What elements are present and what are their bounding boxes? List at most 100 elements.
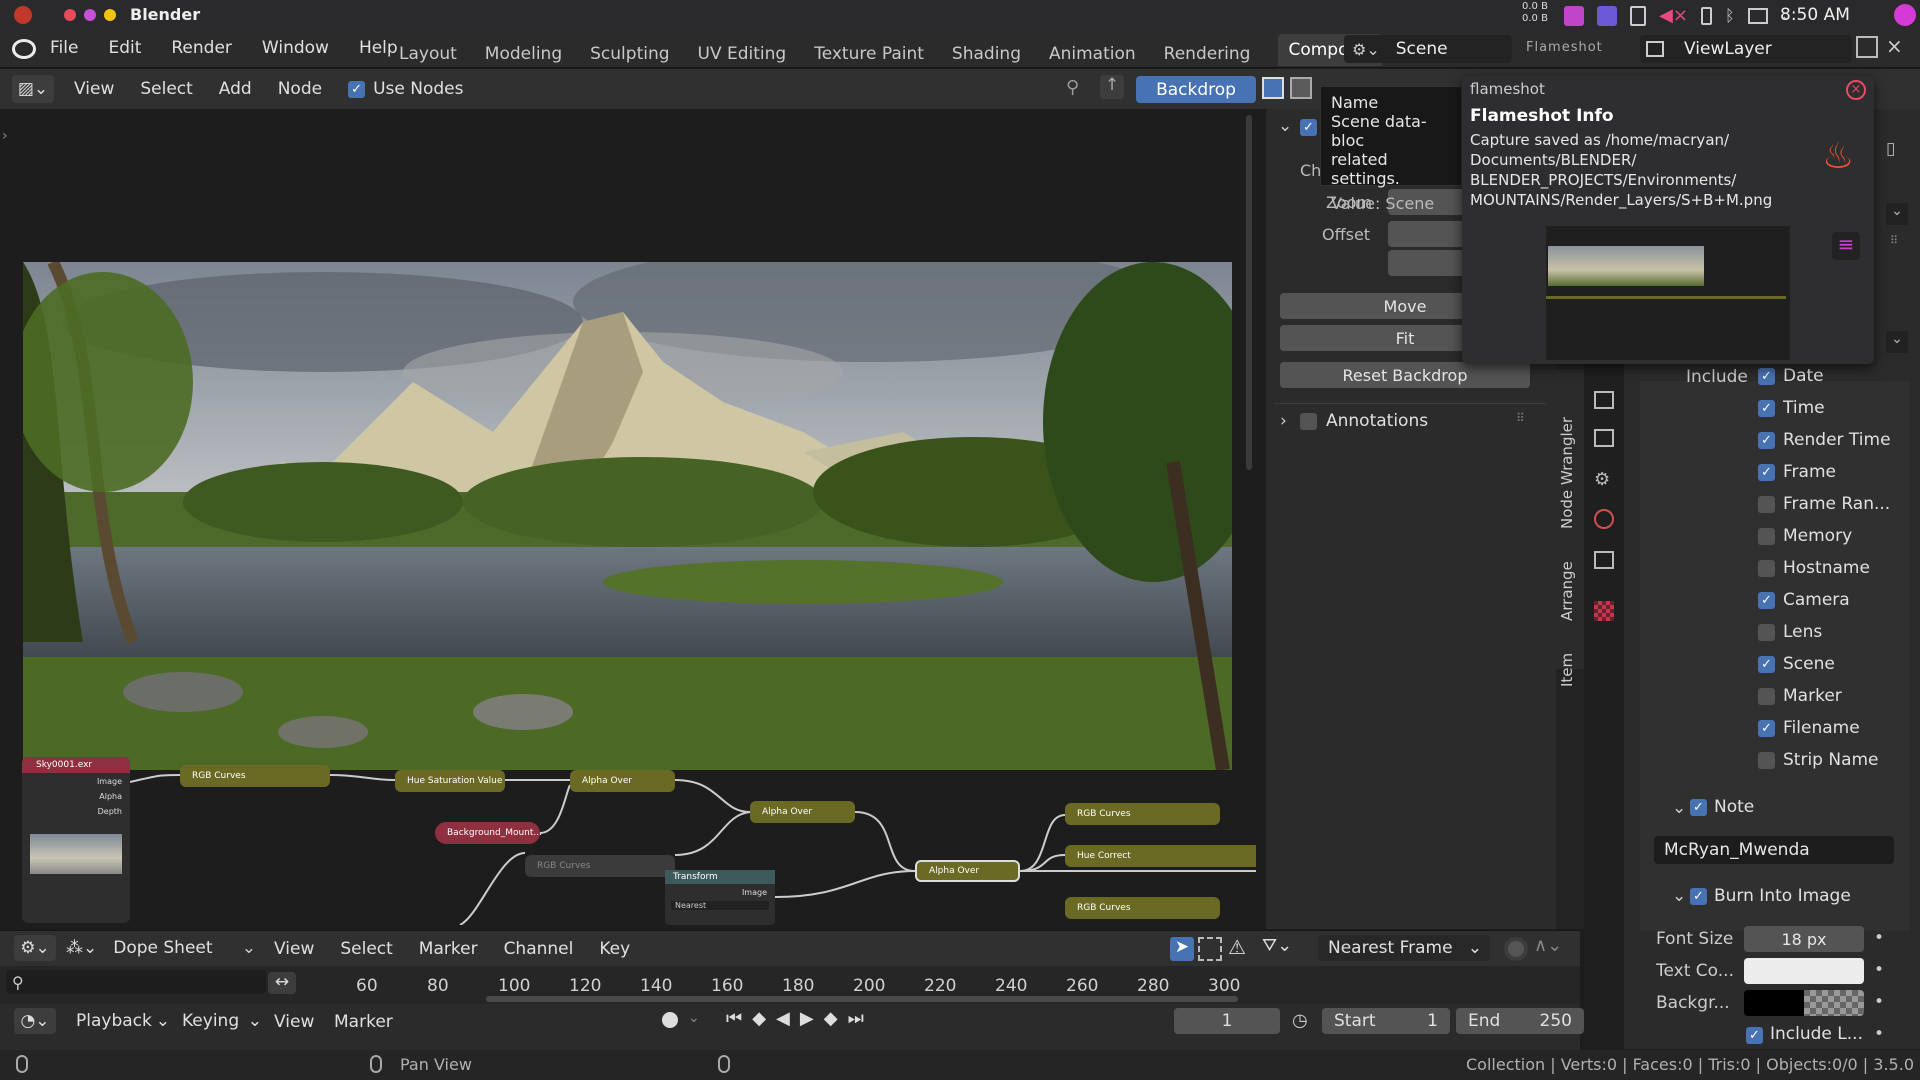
current-frame-field[interactable]: 1 — [1174, 1008, 1280, 1034]
drag-handle-icon[interactable]: ⠿ — [1516, 411, 1525, 425]
menu-marker[interactable]: Marker — [419, 939, 478, 959]
text-color-swatch[interactable] — [1744, 958, 1864, 984]
battery-icon[interactable] — [1700, 6, 1712, 25]
snap-mode-select[interactable]: Nearest Frame ⌄ — [1318, 935, 1490, 961]
metadata-item-row[interactable]: ✓ Render Time — [1758, 430, 1891, 450]
backdrop-toggle[interactable]: Backdrop — [1136, 76, 1256, 103]
menu-key[interactable]: Key — [599, 939, 630, 959]
metadata-item-checkbox[interactable]: ✓ — [1758, 463, 1775, 481]
note-checkbox[interactable]: ✓ — [1690, 799, 1707, 816]
volume-muted-icon[interactable]: ◀× — [1659, 5, 1688, 26]
metadata-item-row[interactable]: ✓ Scene — [1758, 654, 1835, 674]
tab-arrange[interactable]: Arrange — [1558, 561, 1576, 621]
metadata-item-checkbox[interactable]: ✓ — [1758, 399, 1775, 417]
timeline-ruler[interactable]: ⚲ ↔ 60 80 100 120 140 160 180 200 220 240 260 280 30… — [0, 966, 1580, 1004]
blender-logo-icon[interactable] — [12, 39, 36, 59]
tab-texture-paint[interactable]: Texture Paint — [814, 44, 924, 64]
bluetooth-icon[interactable]: ᛒ — [1725, 6, 1735, 25]
metadata-item-row[interactable]: ✓ Frame — [1758, 462, 1836, 482]
editor-type-selector[interactable]: ⚙⌄ — [14, 935, 56, 961]
background-mountain-node[interactable]: Background_Mount... — [435, 822, 542, 844]
metadata-item-checkbox[interactable]: ✓ — [1758, 655, 1775, 673]
metadata-item-row[interactable]: ✓ Date — [1758, 366, 1824, 386]
start-frame-field[interactable]: Start 1 — [1322, 1008, 1450, 1034]
tab-shading[interactable]: Shading — [952, 44, 1021, 64]
tab-layout[interactable]: Layout — [399, 44, 457, 64]
preview-range-icon[interactable]: ◷ — [1292, 1010, 1308, 1031]
metadata-item-row[interactable]: Strip Name — [1758, 750, 1879, 770]
menu-select[interactable]: Select — [340, 939, 392, 959]
metadata-item-row[interactable]: ✓ Camera — [1758, 590, 1850, 610]
menu-view[interactable]: View — [74, 79, 114, 99]
menu-select[interactable]: Select — [140, 79, 192, 99]
transform-filter-select[interactable]: Nearest — [671, 901, 769, 910]
metadata-item-row[interactable]: Memory — [1758, 526, 1852, 546]
keyframe-dot-icon[interactable]: • — [1874, 960, 1884, 980]
tab-rendering[interactable]: Rendering — [1164, 44, 1251, 64]
metadata-item-row[interactable]: Marker — [1758, 686, 1842, 706]
backdrop-alpha-icon[interactable] — [1290, 77, 1312, 99]
rgb-curves-node[interactable]: RGB Curves — [1065, 897, 1220, 919]
metadata-item-checkbox[interactable]: ✓ — [1758, 591, 1775, 609]
background-color-swatch[interactable] — [1744, 990, 1864, 1016]
menu-icon[interactable]: ≡ — [1832, 232, 1860, 260]
reset-backdrop-button[interactable]: Reset Backdrop — [1280, 362, 1530, 388]
tab-animation[interactable]: Animation — [1049, 44, 1136, 64]
editor-type-selector[interactable]: ◔⌄ — [14, 1008, 56, 1034]
metadata-item-row[interactable]: ✓ Time — [1758, 398, 1825, 418]
rgb-curves-node[interactable]: RGB Curves — [1065, 803, 1220, 825]
select-tool-icon[interactable]: ➤ — [1170, 937, 1194, 961]
scene-selector[interactable]: ⚙⌄ Scene — [1344, 35, 1512, 63]
font-size-field[interactable]: 18 px — [1744, 926, 1864, 952]
rgb-curves-node[interactable]: RGB Curves — [180, 765, 330, 787]
metadata-item-checkbox[interactable] — [1758, 623, 1775, 641]
prev-keyframe-icon[interactable]: ◆ — [752, 1008, 766, 1029]
burn-collapse-icon[interactable]: ⌄ — [1672, 886, 1686, 906]
keyframe-dot-icon[interactable]: • — [1874, 992, 1884, 1012]
metadata-item-checkbox[interactable]: ✓ — [1758, 367, 1775, 385]
annotations-expand-icon[interactable]: › — [1280, 411, 1287, 431]
remove-view-layer-icon[interactable]: × — [1886, 34, 1903, 58]
color-picker-icon[interactable] — [1564, 5, 1584, 26]
dropdown-icon[interactable]: ⌄ — [1886, 203, 1908, 225]
minimize-window-icon[interactable] — [84, 9, 96, 21]
annotations-label[interactable]: Annotations — [1326, 411, 1428, 431]
backdrop-enable-checkbox[interactable]: ✓ — [1300, 119, 1317, 136]
panel-collapse-icon[interactable]: ⌄ — [1278, 116, 1292, 136]
tab-modeling[interactable]: Modeling — [485, 44, 562, 64]
menu-view[interactable]: View — [274, 939, 314, 959]
play-reverse-icon[interactable]: ◀ — [776, 1008, 790, 1029]
rgb-curves-node[interactable]: RGB Curves — [525, 855, 675, 877]
metadata-item-checkbox[interactable]: ✓ — [1758, 431, 1775, 449]
metadata-item-checkbox[interactable] — [1758, 495, 1775, 513]
metadata-item-checkbox[interactable] — [1758, 687, 1775, 705]
flameshot-notification[interactable]: flameshot × Flameshot Info Capture saved… — [1462, 76, 1874, 364]
menu-node[interactable]: Node — [278, 79, 322, 99]
metadata-item-row[interactable]: ✓ Filename — [1758, 718, 1860, 738]
tab-uv-editing[interactable]: UV Editing — [698, 44, 787, 64]
toolbar-expand-icon[interactable]: › — [2, 128, 8, 144]
dropdown-icon[interactable]: ⌄ — [1886, 331, 1908, 353]
metadata-item-checkbox[interactable] — [1758, 527, 1775, 545]
user-avatar[interactable] — [1894, 4, 1916, 26]
alpha-over-node[interactable]: Alpha Over — [570, 770, 675, 792]
hue-correct-node[interactable]: Hue Correct — [1065, 845, 1256, 867]
parent-node-tree-icon[interactable]: ↑ — [1100, 75, 1124, 99]
scene-properties-icon[interactable]: ⚙ — [1594, 469, 1610, 490]
metadata-item-row[interactable]: Lens — [1758, 622, 1822, 642]
maximize-window-icon[interactable] — [104, 9, 116, 21]
falloff-curve-icon[interactable]: ∧⌄ — [1534, 935, 1562, 956]
use-nodes-checkbox[interactable]: ✓ — [348, 80, 366, 98]
display-icon[interactable] — [1747, 7, 1768, 24]
menu-add[interactable]: Add — [219, 79, 252, 99]
note-text-input[interactable]: McRyan_Mwenda — [1654, 836, 1894, 864]
warning-filter-icon[interactable]: ⚠ — [1228, 935, 1246, 959]
chevron-down-icon[interactable]: ⌄ — [688, 1010, 700, 1026]
end-frame-field[interactable]: End 250 — [1456, 1008, 1584, 1034]
keying-menu[interactable]: Keying ⌄ — [172, 1008, 262, 1034]
view-layer-properties-icon[interactable] — [1594, 429, 1614, 447]
keyframe-dot-icon[interactable]: • — [1874, 1024, 1884, 1044]
app-menu-icon[interactable] — [14, 6, 32, 24]
hue-saturation-node[interactable]: Hue Saturation Value — [395, 770, 505, 792]
clipboard-icon[interactable] — [1630, 5, 1646, 26]
